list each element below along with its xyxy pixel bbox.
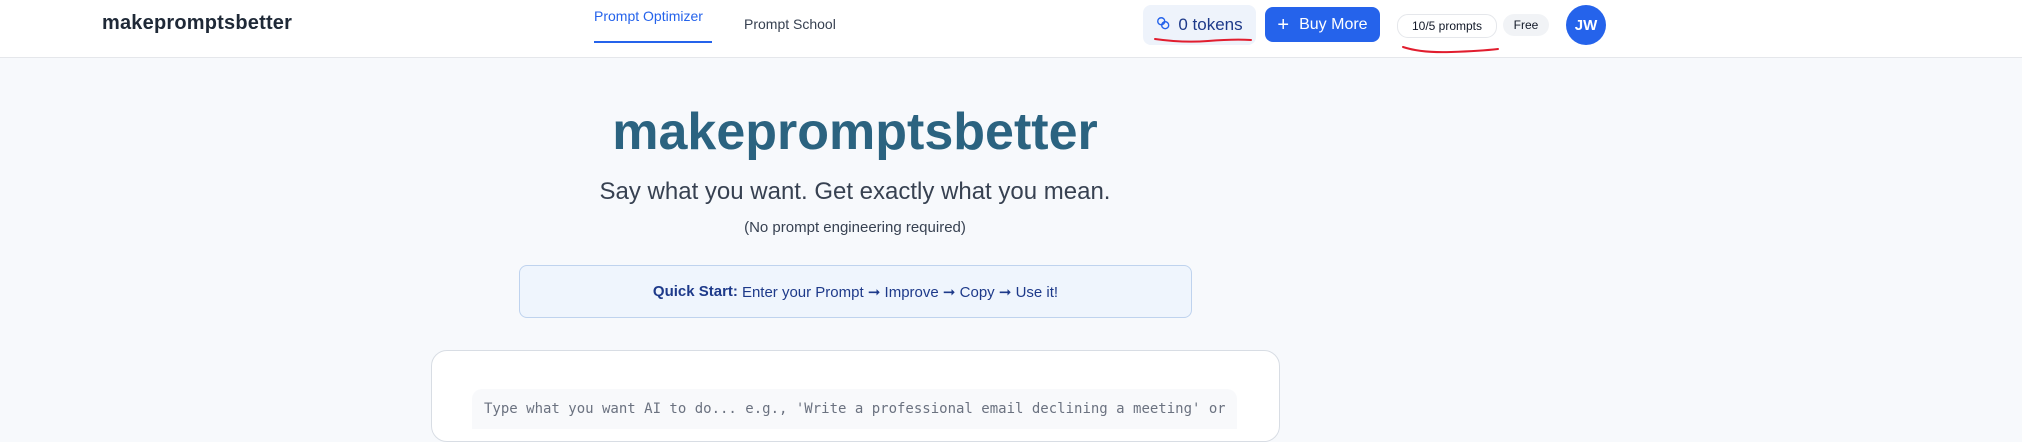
- buy-more-label: Buy More: [1299, 15, 1368, 33]
- tab-prompt-school[interactable]: Prompt School: [744, 16, 836, 32]
- prompt-input[interactable]: [472, 389, 1237, 429]
- quick-start-banner: Quick Start: Enter your Prompt ➞ Improve…: [519, 265, 1192, 318]
- top-navigation-bar: makepromptsbetter Prompt Optimizer Promp…: [0, 0, 2022, 58]
- plus-icon: +: [1277, 13, 1290, 36]
- app-logo[interactable]: makepromptsbetter: [102, 12, 292, 35]
- tokens-label: 0 tokens: [1178, 15, 1243, 34]
- coins-icon: [1156, 15, 1170, 35]
- buy-more-button[interactable]: + Buy More: [1265, 7, 1380, 42]
- prompts-usage-badge: 10/5 prompts: [1397, 14, 1497, 38]
- user-avatar[interactable]: JW: [1566, 5, 1606, 45]
- plan-badge: Free: [1503, 14, 1549, 36]
- quick-start-label: Quick Start:: [652, 283, 738, 300]
- hero-title: makepromptsbetter: [612, 103, 1098, 161]
- prompt-editor-card: [431, 350, 1280, 442]
- hero-note: (No prompt engineering required): [744, 219, 966, 236]
- hero-subtitle: Say what you want. Get exactly what you …: [599, 178, 1111, 205]
- tab-prompt-optimizer[interactable]: Prompt Optimizer: [594, 8, 703, 24]
- tokens-balance-button[interactable]: 0 tokens: [1143, 5, 1256, 45]
- active-tab-indicator: [594, 41, 712, 43]
- quick-start-text: Enter your Prompt ➞ Improve ➞ Copy ➞ Use…: [741, 283, 1059, 301]
- annotation-underline-prompts: [1402, 46, 1499, 54]
